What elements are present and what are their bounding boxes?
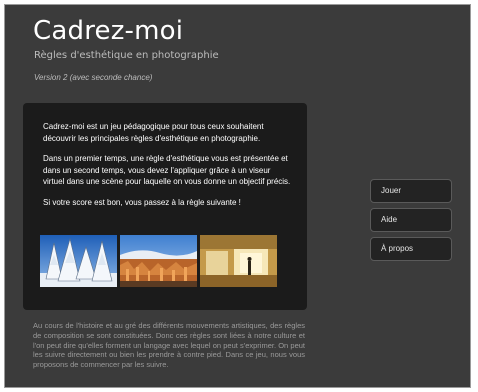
version-note: Version 2 (avec seconde chance) [34, 73, 153, 82]
history-text: Au cours de l'histoire et au gré des dif… [33, 321, 305, 370]
help-button[interactable]: Aide [370, 208, 452, 232]
about-button[interactable]: À propos [370, 237, 452, 261]
play-button[interactable]: Jouer [370, 179, 452, 203]
app-title: Cadrez-moi [33, 16, 184, 46]
museum-interior-photo [200, 235, 277, 287]
intro-paragraph: Si votre score est bon, vous passez à la… [43, 197, 241, 207]
intro-text: Cadrez-moi est un jeu pédagogique pour t… [43, 121, 291, 217]
intro-paragraph: Dans un premier temps, une règle d'esthé… [43, 154, 291, 186]
intro-panel: Cadrez-moi est un jeu pédagogique pour t… [23, 103, 307, 310]
intro-paragraph: Cadrez-moi est un jeu pédagogique pour t… [43, 122, 264, 143]
snowy-forest-photo [40, 235, 117, 287]
canyon-landscape-photo [120, 235, 197, 287]
app-subtitle: Règles d'esthétique en photographie [34, 50, 219, 61]
app-window: Cadrez-moi Règles d'esthétique en photog… [4, 4, 471, 388]
